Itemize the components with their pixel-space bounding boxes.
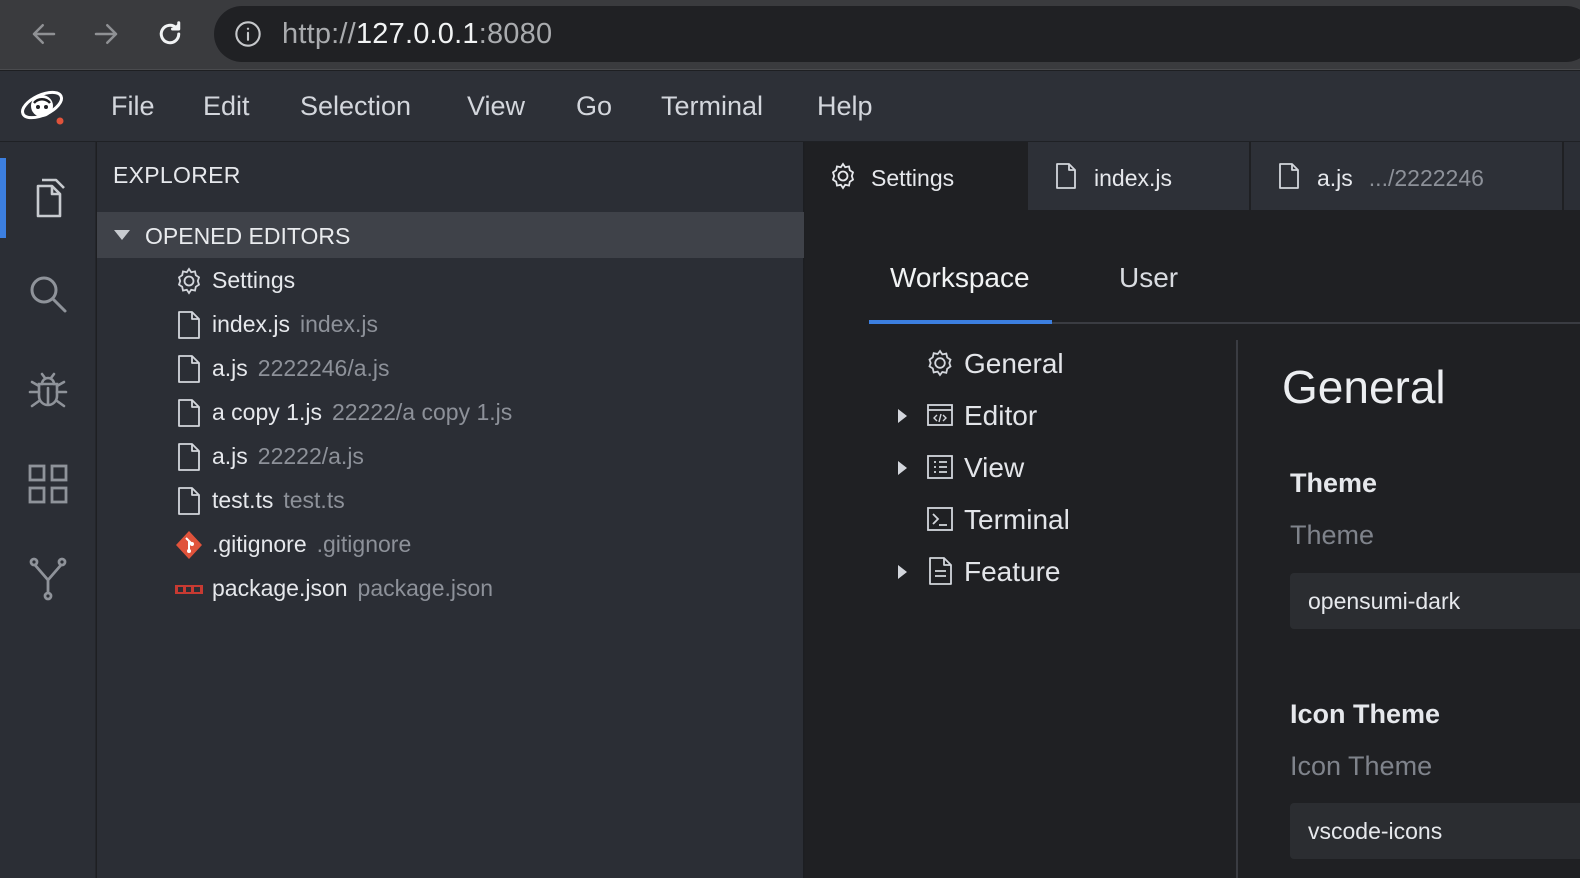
file-icon bbox=[178, 311, 200, 339]
settings-tree-view[interactable]: View bbox=[893, 446, 1233, 490]
settings-divider bbox=[1236, 340, 1238, 878]
npm-icon bbox=[175, 585, 203, 594]
back-button[interactable] bbox=[24, 14, 64, 54]
tab-label: a.js .../2222246 bbox=[1317, 165, 1484, 191]
active-indicator bbox=[0, 158, 6, 238]
gear-icon bbox=[928, 349, 952, 377]
debug-icon[interactable] bbox=[24, 366, 72, 414]
opened-editors-header[interactable]: OPENED EDITORS bbox=[97, 212, 804, 258]
arrow-left-icon bbox=[32, 24, 56, 44]
menu-edit[interactable]: Edit bbox=[203, 91, 250, 122]
editor-tabbar: Settings index.js a.js .../2222246 bbox=[805, 142, 1580, 210]
opened-editor-item[interactable]: test.ts test.ts bbox=[97, 478, 804, 522]
opened-editor-item[interactable]: package.json package.json bbox=[97, 566, 804, 610]
explorer-panel: EXPLORER OPENED EDITORS Settings index.j… bbox=[97, 142, 804, 878]
opened-editor-item[interactable]: .gitignore .gitignore bbox=[97, 522, 804, 566]
opened-editors-label: OPENED EDITORS bbox=[145, 223, 351, 249]
extensions-icon[interactable] bbox=[24, 460, 72, 508]
file-name: index.js index.js bbox=[212, 311, 378, 337]
icon-theme-description: Icon Theme bbox=[1290, 751, 1433, 781]
editor-icon bbox=[927, 404, 953, 426]
menu-bar: File Edit Selection View Go Terminal Hel… bbox=[0, 71, 1580, 142]
arrow-right-icon bbox=[94, 24, 118, 44]
settings-icon bbox=[177, 267, 201, 295]
search-icon[interactable] bbox=[24, 270, 72, 318]
reload-button[interactable] bbox=[150, 14, 190, 54]
opened-editor-item[interactable]: a.js 22222/a.js bbox=[97, 434, 804, 478]
settings-tree-terminal[interactable]: Terminal bbox=[893, 498, 1233, 542]
icon-theme-value: vscode-icons bbox=[1308, 818, 1443, 844]
theme-select[interactable]: opensumi-dark bbox=[1290, 573, 1580, 629]
opensumi-logo-icon bbox=[21, 90, 64, 125]
tree-label: Terminal bbox=[964, 504, 1070, 535]
menu-selection[interactable]: Selection bbox=[300, 91, 411, 122]
settings-scope-tabs: Workspace User bbox=[869, 242, 1580, 324]
browser-toolbar: http://127.0.0.1:8080 bbox=[0, 0, 1580, 70]
opened-editor-item[interactable]: a.js 2222246/a.js bbox=[97, 346, 804, 390]
theme-label: Theme bbox=[1290, 468, 1378, 498]
chevron-right-icon bbox=[898, 565, 907, 579]
file-icon bbox=[178, 355, 200, 383]
list-icon bbox=[927, 455, 953, 479]
theme-value: opensumi-dark bbox=[1308, 588, 1461, 614]
terminal-icon bbox=[927, 507, 953, 531]
git-icon bbox=[176, 531, 202, 559]
theme-description: Theme bbox=[1290, 520, 1375, 550]
settings-icon bbox=[831, 162, 855, 190]
tab-index-js[interactable]: index.js bbox=[1028, 142, 1251, 210]
file-name: a.js 22222/a.js bbox=[212, 443, 364, 469]
file-icon bbox=[1279, 163, 1299, 189]
activity-bar bbox=[0, 142, 96, 878]
file-icon bbox=[178, 443, 200, 471]
menu-go[interactable]: Go bbox=[576, 91, 612, 122]
file-icon bbox=[1056, 163, 1076, 189]
tab-settings[interactable]: Settings bbox=[805, 142, 1028, 210]
file-name: Settings bbox=[212, 267, 296, 293]
chevron-right-icon bbox=[898, 461, 907, 475]
file-name: a.js 2222246/a.js bbox=[212, 355, 390, 381]
tab-label: index.js bbox=[1094, 165, 1172, 191]
settings-tree-feature[interactable]: Feature bbox=[893, 550, 1233, 594]
chevron-down-icon bbox=[114, 230, 130, 240]
reload-icon bbox=[159, 21, 181, 45]
file-name: package.json package.json bbox=[212, 575, 494, 601]
tab-workspace[interactable]: Workspace bbox=[890, 262, 1030, 294]
icon-theme-label: Icon Theme bbox=[1290, 699, 1441, 729]
document-icon bbox=[929, 557, 952, 585]
tab-a-js[interactable]: a.js .../2222246 bbox=[1251, 142, 1564, 210]
tree-label: Editor bbox=[964, 400, 1038, 431]
tab-user[interactable]: User bbox=[1119, 262, 1178, 294]
tree-label: General bbox=[964, 348, 1064, 379]
chevron-right-icon bbox=[898, 409, 907, 423]
settings-tree-general[interactable]: General bbox=[893, 342, 1233, 386]
file-icon bbox=[178, 487, 200, 515]
url-text: http://127.0.0.1:8080 bbox=[282, 18, 553, 50]
explorer-title: EXPLORER bbox=[113, 162, 241, 188]
file-name: a copy 1.js 22222/a copy 1.js bbox=[212, 399, 513, 425]
menu-file[interactable]: File bbox=[111, 91, 155, 122]
settings-section-title: General bbox=[1282, 361, 1446, 413]
menu-view[interactable]: View bbox=[467, 91, 525, 122]
menu-help[interactable]: Help bbox=[817, 91, 873, 122]
settings-tree-editor[interactable]: Editor bbox=[893, 394, 1233, 438]
opened-editor-item[interactable]: Settings bbox=[97, 258, 804, 302]
source-control-icon[interactable] bbox=[24, 554, 72, 602]
forward-button[interactable] bbox=[86, 14, 126, 54]
icon-theme-select[interactable]: vscode-icons bbox=[1290, 803, 1580, 859]
file-name: test.ts test.ts bbox=[212, 487, 345, 513]
tree-label: Feature bbox=[964, 556, 1061, 587]
info-icon[interactable] bbox=[234, 20, 262, 48]
file-icon bbox=[178, 399, 200, 427]
file-name: .gitignore .gitignore bbox=[212, 531, 412, 557]
opened-editor-item[interactable]: a copy 1.js 22222/a copy 1.js bbox=[97, 390, 804, 434]
editor-area: Settings index.js a.js .../2222246 Worksp… bbox=[805, 142, 1580, 878]
active-tab-underline bbox=[869, 320, 1052, 324]
address-bar[interactable]: http://127.0.0.1:8080 bbox=[214, 6, 1580, 62]
explorer-icon[interactable] bbox=[24, 174, 72, 222]
opened-editor-item[interactable]: index.js index.js bbox=[97, 302, 804, 346]
menu-terminal[interactable]: Terminal bbox=[661, 91, 763, 122]
tab-label: Settings bbox=[871, 165, 955, 191]
tree-label: View bbox=[964, 452, 1025, 483]
